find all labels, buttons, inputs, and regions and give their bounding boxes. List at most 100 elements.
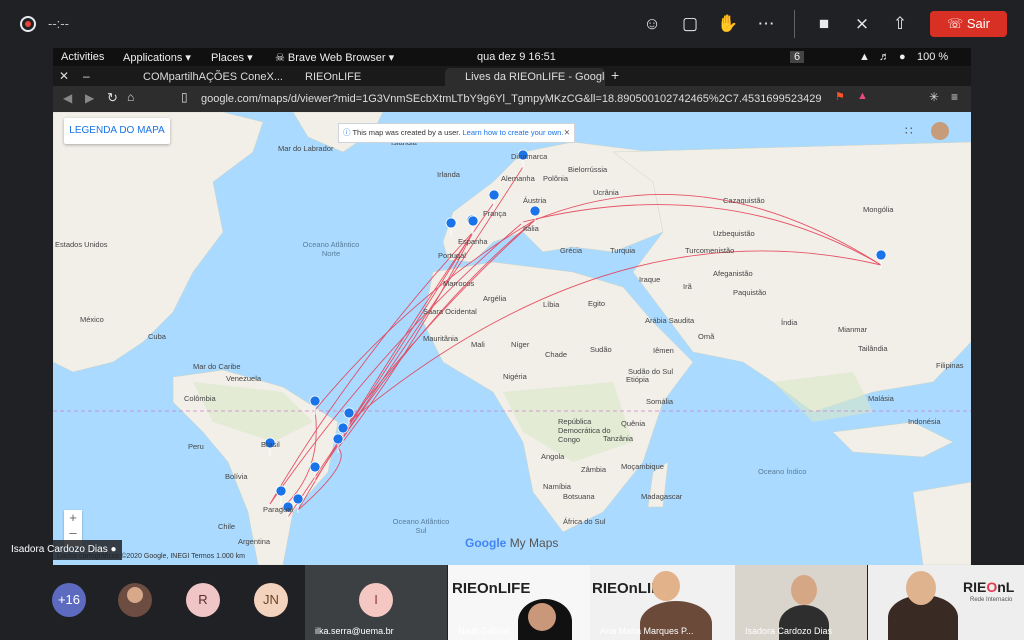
battery-indicator[interactable]: 100 % xyxy=(917,51,948,63)
url-field[interactable]: google.com/maps/d/viewer?mid=1G3VnmSEcbX… xyxy=(201,90,821,108)
workspace-indicator[interactable]: 6 xyxy=(790,51,805,63)
tab-compartilhacoes[interactable]: COMpartilhAÇÕES ConeX... xyxy=(123,68,283,86)
map-label: Filipinas xyxy=(936,361,964,370)
map-label: Espanha xyxy=(458,237,488,246)
map-label: Iêmen xyxy=(653,346,674,355)
map-label: Chile xyxy=(218,522,236,531)
map-label: Ucrânia xyxy=(593,188,619,197)
map-label: Sudão do Sul xyxy=(628,367,674,376)
map-label: África do Sul xyxy=(563,517,606,526)
ocean-label: Oceano Atlântico Norte xyxy=(302,240,360,258)
participant-avatar[interactable] xyxy=(118,583,152,617)
tab-rieonlife[interactable]: RIEOnLIFE xyxy=(285,68,443,86)
google-map[interactable]: Mar do Labrador Islândia Irlanda Dinamar… xyxy=(53,111,971,565)
applications-menu[interactable]: Applications ▾ xyxy=(123,51,191,64)
map-label: Chade xyxy=(545,350,568,359)
tab-google-maps[interactable]: Lives da RIEOnLIFE - Google xyxy=(445,68,605,86)
map-label: Estados Unidos xyxy=(55,240,108,249)
zoom-out-icon[interactable]: – xyxy=(64,525,82,540)
home-icon[interactable]: ⌂ xyxy=(127,90,134,104)
volume-icon[interactable]: ♬ xyxy=(879,51,890,63)
map-label: Líbia xyxy=(543,300,560,309)
leave-call-button[interactable]: ☏ Sair xyxy=(930,11,1007,37)
participant-tile[interactable]: RIEOnLIFE Ana Maria Marques P... xyxy=(590,565,735,640)
map-label: Etiópia xyxy=(626,375,649,384)
map-label: Uzbequistão xyxy=(713,229,755,238)
participant-avatar: I xyxy=(359,583,393,617)
people-icon[interactable]: ☺ xyxy=(640,12,664,36)
map-label: Arábia Saudita xyxy=(645,316,695,325)
presenter-name-tag: Isadora Cardozo Dias ● xyxy=(0,540,122,560)
map-label: Dinamarca xyxy=(511,152,548,161)
map-label: Moçambique xyxy=(621,462,664,471)
close-notice-icon[interactable]: ✕ xyxy=(564,124,570,142)
back-icon[interactable]: ◀ xyxy=(63,91,72,105)
map-label: Paquistão xyxy=(733,288,767,297)
chat-icon[interactable]: ▢ xyxy=(678,12,702,36)
reload-icon[interactable]: ↻ xyxy=(107,90,118,106)
map-label: Índia xyxy=(781,318,798,327)
toolbar-divider xyxy=(794,10,795,38)
map-label: Polônia xyxy=(543,174,569,183)
map-label: Brasil xyxy=(261,440,280,449)
network-icon[interactable]: ▲ xyxy=(859,51,870,63)
map-label: Omã xyxy=(698,332,715,341)
browser-tab-strip: ✕ – COMpartilhAÇÕES ConeX... RIEOnLIFE L… xyxy=(53,66,971,86)
map-label: Colômbia xyxy=(184,394,216,403)
map-label: Níger xyxy=(511,340,530,349)
participant-avatar[interactable]: R xyxy=(186,583,220,617)
brave-app-menu[interactable]: ☠ Brave Web Browser ▾ xyxy=(275,51,394,64)
map-label: Sudão xyxy=(590,345,612,354)
google-logo: Google My Maps xyxy=(465,536,559,550)
camera-icon[interactable]: ■ xyxy=(812,12,836,36)
places-menu[interactable]: Places ▾ xyxy=(211,51,253,64)
map-label: Portugal xyxy=(438,251,466,260)
more-options-icon[interactable]: ⋯ xyxy=(754,12,778,36)
map-label: Cazaquistão xyxy=(723,196,765,205)
participant-avatar[interactable]: JN xyxy=(254,583,288,617)
map-label: Mar do Caribe xyxy=(193,362,241,371)
user-avatar[interactable] xyxy=(931,122,949,140)
new-tab-icon[interactable]: + xyxy=(611,67,619,83)
map-footer: Dados cartográficos ©2020 Google, INEGI … xyxy=(57,553,245,560)
browser-menu-icon[interactable]: ≡ xyxy=(951,90,958,104)
zoom-in-icon[interactable]: + xyxy=(64,510,82,525)
map-label: Mauritânia xyxy=(423,334,459,343)
map-label: República Democrática do Congo xyxy=(558,417,611,444)
participant-tile[interactable]: Isadora Cardozo Dias xyxy=(735,565,867,640)
map-label: Botsuana xyxy=(563,492,595,501)
map-label: Namíbia xyxy=(543,482,571,491)
ocean-label: Oceano Índico xyxy=(758,467,807,476)
map-label: Bielorrússia xyxy=(568,165,608,174)
apps-grid-icon[interactable]: ∷ xyxy=(905,124,913,138)
raise-hand-icon[interactable]: ✋ xyxy=(716,12,740,36)
map-label: Nigéria xyxy=(503,372,527,381)
extensions-icon[interactable]: ✳ xyxy=(929,90,939,104)
ocean-label: Oceano Atlântico Sul xyxy=(392,517,450,535)
participant-tile[interactable]: RIEOnLIFE Naidi Gabriel xyxy=(448,565,590,640)
map-label: Bolívia xyxy=(225,472,248,481)
gnome-top-panel: Activities Applications ▾ Places ▾ ☠ Bra… xyxy=(53,48,971,66)
create-map-link[interactable]: Learn how to create your own. xyxy=(463,128,564,137)
mic-muted-icon[interactable]: ⨯ xyxy=(850,12,874,36)
participant-tile[interactable]: I ilka.serra@uema.br xyxy=(305,565,447,640)
forward-icon[interactable]: ▶ xyxy=(85,91,94,105)
mic-icon[interactable]: ● xyxy=(899,51,906,63)
more-participants-badge[interactable]: +16 xyxy=(52,583,86,617)
map-label: Egito xyxy=(588,299,606,308)
map-legend-button[interactable]: LEGENDA DO MAPA xyxy=(64,118,170,144)
minimize-icon[interactable]: – xyxy=(83,69,90,83)
meeting-timer: --:-- xyxy=(48,16,69,31)
brave-shield-icon[interactable]: ⚑ xyxy=(835,90,845,103)
activities-menu[interactable]: Activities xyxy=(61,51,104,63)
map-notice-banner: ⓘ This map was created by a user. Learn … xyxy=(338,123,575,143)
map-label: Mongólia xyxy=(863,205,894,214)
present-screen-icon[interactable]: ⇧ xyxy=(888,12,912,36)
map-label: Argentina xyxy=(238,537,271,546)
map-label: Madagascar xyxy=(641,492,683,501)
clock[interactable]: qua dez 9 16:51 xyxy=(477,51,556,63)
bookmark-icon[interactable]: ▯ xyxy=(181,90,188,104)
close-window-icon[interactable]: ✕ xyxy=(59,69,69,83)
brave-rewards-icon[interactable]: ▲ xyxy=(857,90,868,102)
participant-tile[interactable]: RIEOnL Rede Internacio xyxy=(868,565,1024,640)
